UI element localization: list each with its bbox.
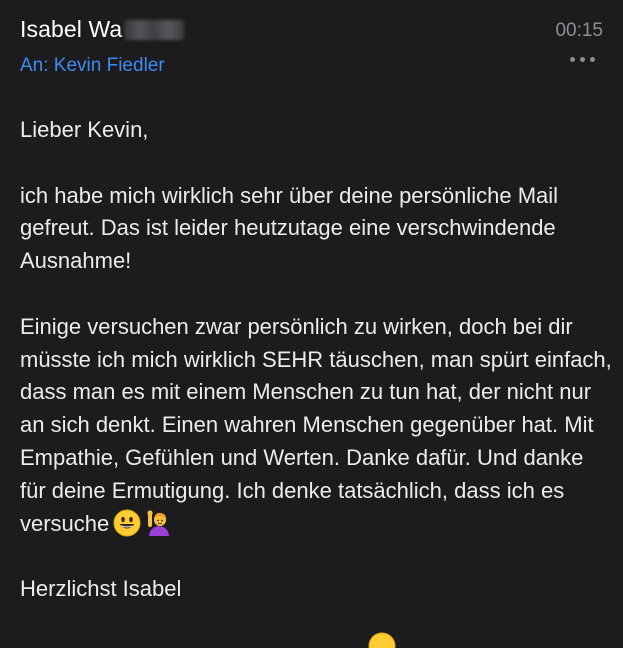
redacted-surname bbox=[124, 19, 185, 40]
dot bbox=[580, 57, 585, 62]
paragraph-2: Einige versuchen zwar persönlich zu wirk… bbox=[20, 311, 615, 541]
mail-header: Isabel Wa 00:15 An: Kevin Fiedler bbox=[0, 0, 623, 95]
sender-row[interactable]: Isabel Wa bbox=[20, 16, 185, 43]
smiley-emoji-icon bbox=[113, 509, 141, 537]
message-body: Lieber Kevin, ich habe mich wirklich seh… bbox=[20, 114, 615, 639]
person-raising-hand-emoji-icon bbox=[147, 509, 170, 536]
greeting: Lieber Kevin, bbox=[20, 117, 149, 142]
paragraph-2-text: Einige versuchen zwar persönlich zu wirk… bbox=[20, 313, 612, 536]
dot bbox=[590, 57, 595, 62]
partial-smiley-emoji-icon bbox=[368, 632, 396, 648]
dot bbox=[570, 57, 575, 62]
ellipsis-icon[interactable] bbox=[570, 57, 595, 62]
timestamp: 00:15 bbox=[555, 20, 603, 41]
sender-name[interactable]: Isabel Wa bbox=[20, 16, 122, 43]
paragraph-1: ich habe mich wirklich sehr über deine p… bbox=[20, 182, 559, 274]
recipient-link[interactable]: An: Kevin Fiedler bbox=[20, 55, 165, 77]
closing: Herzlichst Isabel bbox=[20, 576, 182, 602]
